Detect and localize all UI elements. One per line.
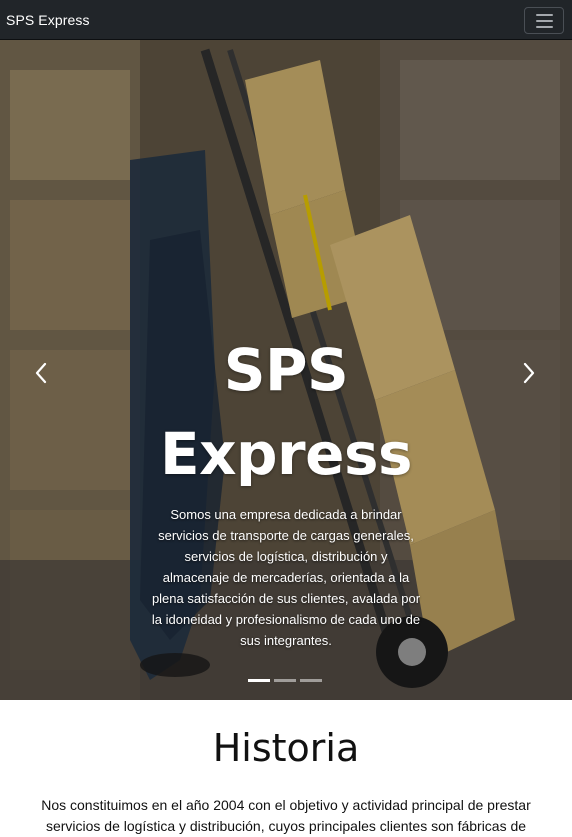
chevron-left-icon bbox=[35, 362, 47, 384]
chevron-right-icon bbox=[523, 362, 535, 384]
carousel-indicator-2[interactable] bbox=[274, 679, 296, 682]
hero-carousel: SPS Express Somos una empresa dedicada a… bbox=[0, 40, 572, 700]
carousel-description: Somos una empresa dedicada a brindar ser… bbox=[151, 507, 421, 648]
carousel-prev-button[interactable] bbox=[31, 358, 51, 388]
carousel-indicators bbox=[248, 679, 324, 683]
carousel-caption: SPS Express Somos una empresa dedicada a… bbox=[150, 328, 422, 651]
carousel-indicator-1[interactable] bbox=[248, 679, 270, 682]
carousel-indicator-3[interactable] bbox=[300, 679, 322, 682]
carousel-title-line2: Express bbox=[159, 420, 413, 488]
navbar-brand[interactable]: SPS Express bbox=[6, 12, 90, 28]
carousel-next-button[interactable] bbox=[519, 358, 539, 388]
navbar: SPS Express bbox=[0, 0, 572, 40]
navbar-toggler-button[interactable] bbox=[524, 7, 564, 34]
historia-paragraph: Nos constituimos en el año 2004 con el o… bbox=[41, 797, 531, 834]
carousel-title-line1: SPS bbox=[223, 336, 349, 404]
historia-heading: Historia bbox=[212, 726, 360, 770]
carousel-title: SPS Express bbox=[150, 328, 422, 496]
